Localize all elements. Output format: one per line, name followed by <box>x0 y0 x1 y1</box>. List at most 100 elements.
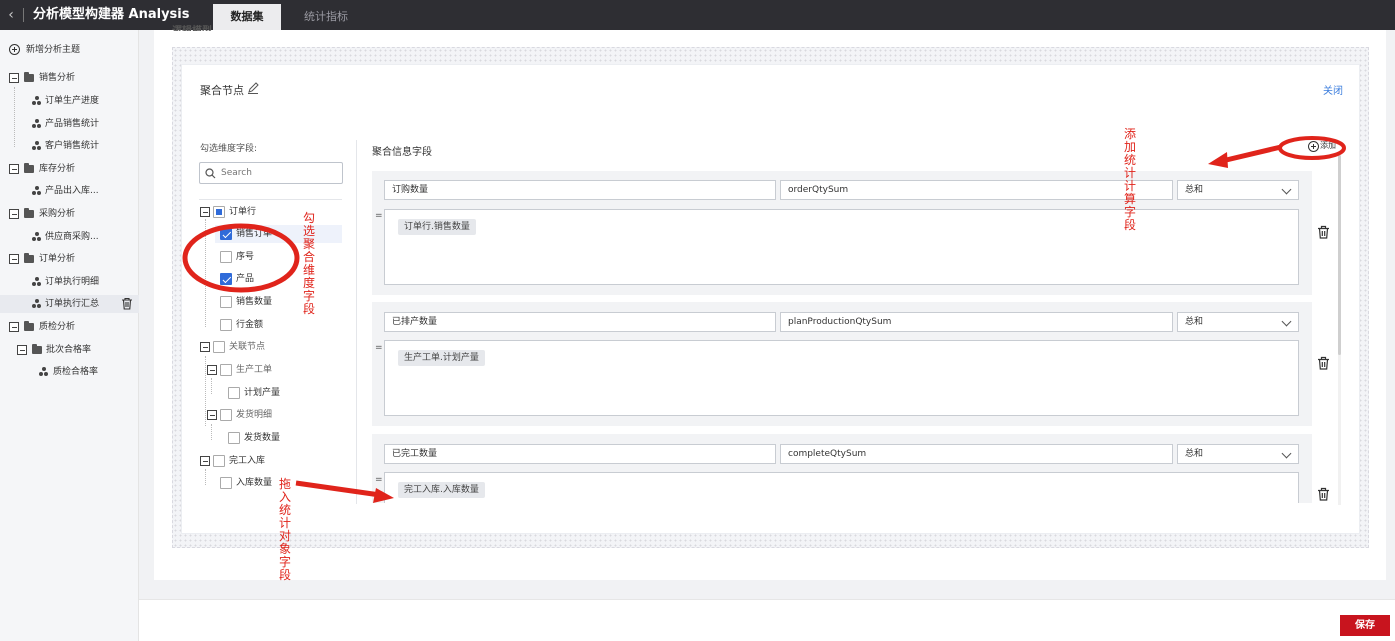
sidebar-item-label: 质检合格率 <box>53 367 99 377</box>
search-box[interactable] <box>199 162 343 184</box>
sidebar-item-label: 订单执行汇总 <box>45 299 100 309</box>
collapse-icon[interactable] <box>9 322 19 332</box>
folder-icon <box>32 344 42 354</box>
checkbox[interactable] <box>228 387 240 399</box>
folder-icon <box>24 253 34 263</box>
sidebar-item-label: 产品销售统计 <box>45 119 100 129</box>
checkbox[interactable] <box>220 296 232 308</box>
sidebar-item-customer-sales[interactable]: 客户销售统计 <box>0 137 139 155</box>
tree-field-seq[interactable]: 序号 <box>215 248 342 266</box>
sidebar-item-label: 订单执行明细 <box>45 277 100 287</box>
trash-icon[interactable] <box>121 297 133 310</box>
add-topic-button[interactable]: 新增分析主题 <box>0 41 139 59</box>
checkbox[interactable] <box>220 251 232 263</box>
field-name-input[interactable]: 已完工数量 <box>384 444 776 464</box>
field-name-input[interactable]: 已排产数量 <box>384 312 776 332</box>
formula-drop-area[interactable]: 生产工单.计划产量 <box>384 340 1299 416</box>
collapse-icon[interactable] <box>9 73 19 83</box>
tree-connector <box>205 469 206 485</box>
checkbox[interactable] <box>220 228 232 240</box>
model-icon <box>32 119 41 128</box>
field-name-input[interactable]: 订购数量 <box>384 180 776 200</box>
tree-field-product[interactable]: 产品 <box>215 270 342 288</box>
search-icon <box>205 168 216 179</box>
tab-statistics[interactable]: 统计指标 <box>296 4 356 30</box>
tree-field-label: 销售订单 <box>236 229 273 239</box>
search-input[interactable] <box>221 165 336 181</box>
sidebar-item-order-summary[interactable]: 订单执行汇总 <box>0 295 139 313</box>
checkbox[interactable] <box>228 432 240 444</box>
sidebar-item-product-inout[interactable]: 产品出入库... <box>0 182 139 200</box>
sidebar-group-quality[interactable]: 质检分析 <box>0 318 139 336</box>
tree-field-sales-order[interactable]: 销售订单 <box>215 225 342 243</box>
collapse-icon[interactable] <box>200 207 210 217</box>
sidebar-item-product-sales[interactable]: 产品销售统计 <box>0 115 139 133</box>
tree-field-shipped-qty[interactable]: 发货数量 <box>223 429 342 447</box>
collapse-icon[interactable] <box>207 410 217 420</box>
checkbox[interactable] <box>220 477 232 489</box>
checkbox[interactable] <box>213 341 225 353</box>
section-heading: 逻辑模型 <box>172 22 212 31</box>
field-key-input[interactable]: completeQtySum <box>780 444 1173 464</box>
tree-field-sales-qty[interactable]: 销售数量 <box>215 293 342 311</box>
tree-node-completion[interactable]: 完工入库 <box>199 452 342 470</box>
tree-node-related[interactable]: 关联节点 <box>199 338 342 356</box>
checkbox[interactable] <box>220 273 232 285</box>
field-key-input[interactable]: orderQtySum <box>780 180 1173 200</box>
formula-drop-area[interactable]: 订单行.销售数量 <box>384 209 1299 285</box>
aggregate-function-select[interactable]: 总和 <box>1177 312 1299 332</box>
tree-field-planned-qty[interactable]: 计划产量 <box>223 384 342 402</box>
formula-drop-area[interactable]: 完工入库.入库数量 <box>384 472 1299 503</box>
aggregation-node-title: 聚合节点 <box>200 84 244 97</box>
sidebar-item-label: 供应商采购... <box>45 232 99 242</box>
sidebar-item-order-progress[interactable]: 订单生产进度 <box>0 92 139 110</box>
add-field-button[interactable]: 添加 <box>1308 140 1336 154</box>
sidebar-group-sales[interactable]: 销售分析 <box>0 69 139 87</box>
collapse-icon[interactable] <box>200 342 210 352</box>
model-icon <box>32 277 41 286</box>
sidebar-group-orders[interactable]: 订单分析 <box>0 250 139 268</box>
checkbox[interactable] <box>213 455 225 467</box>
tree-field-label: 销售数量 <box>236 297 273 307</box>
collapse-icon[interactable] <box>9 209 19 219</box>
trash-icon[interactable] <box>1317 356 1330 370</box>
app-title: 分析模型构建器 Analysis <box>33 7 190 22</box>
tree-node-shipment[interactable]: 发货明细 <box>205 406 342 424</box>
formula-chip[interactable]: 订单行.销售数量 <box>398 219 476 235</box>
sidebar-group-purchase[interactable]: 采购分析 <box>0 205 139 223</box>
model-icon <box>32 141 41 150</box>
checkbox[interactable] <box>220 319 232 331</box>
checkbox[interactable] <box>220 409 232 421</box>
tab-dataset[interactable]: 数据集 <box>213 4 281 30</box>
checkbox[interactable] <box>213 206 225 218</box>
model-icon <box>39 367 48 376</box>
sidebar-subgroup-batch-pass[interactable]: 批次合格率 <box>0 341 139 359</box>
checkbox[interactable] <box>220 364 232 376</box>
sidebar-group-inventory[interactable]: 库存分析 <box>0 160 139 178</box>
collapse-icon[interactable] <box>207 365 217 375</box>
edit-icon[interactable] <box>247 82 259 94</box>
scrollbar-thumb[interactable] <box>1338 155 1341 355</box>
collapse-icon[interactable] <box>200 456 210 466</box>
tree-node-order-line[interactable]: 订单行 <box>199 203 342 221</box>
field-key-input[interactable]: planProductionQtySum <box>780 312 1173 332</box>
formula-chip[interactable]: 完工入库.入库数量 <box>398 482 485 498</box>
sidebar-item-supplier-purchase[interactable]: 供应商采购... <box>0 228 139 246</box>
back-chevron-icon[interactable]: ‹ <box>4 6 18 24</box>
tree-node-work-order[interactable]: 生产工单 <box>205 361 342 379</box>
tree-connector <box>211 378 212 394</box>
sidebar-item-order-detail[interactable]: 订单执行明细 <box>0 273 139 291</box>
trash-icon[interactable] <box>1317 225 1330 239</box>
aggregate-function-value: 总和 <box>1185 185 1204 195</box>
collapse-icon[interactable] <box>9 164 19 174</box>
close-link[interactable]: 关闭 <box>1323 82 1343 97</box>
formula-chip[interactable]: 生产工单.计划产量 <box>398 350 485 366</box>
trash-icon[interactable] <box>1317 487 1330 501</box>
save-button[interactable]: 保存 <box>1340 615 1390 636</box>
aggregate-function-select[interactable]: 总和 <box>1177 444 1299 464</box>
tree-field-line-amount[interactable]: 行金额 <box>215 316 342 334</box>
sidebar-item-quality-pass[interactable]: 质检合格率 <box>0 363 139 381</box>
collapse-icon[interactable] <box>9 254 19 264</box>
collapse-icon[interactable] <box>17 345 27 355</box>
aggregate-function-select[interactable]: 总和 <box>1177 180 1299 200</box>
